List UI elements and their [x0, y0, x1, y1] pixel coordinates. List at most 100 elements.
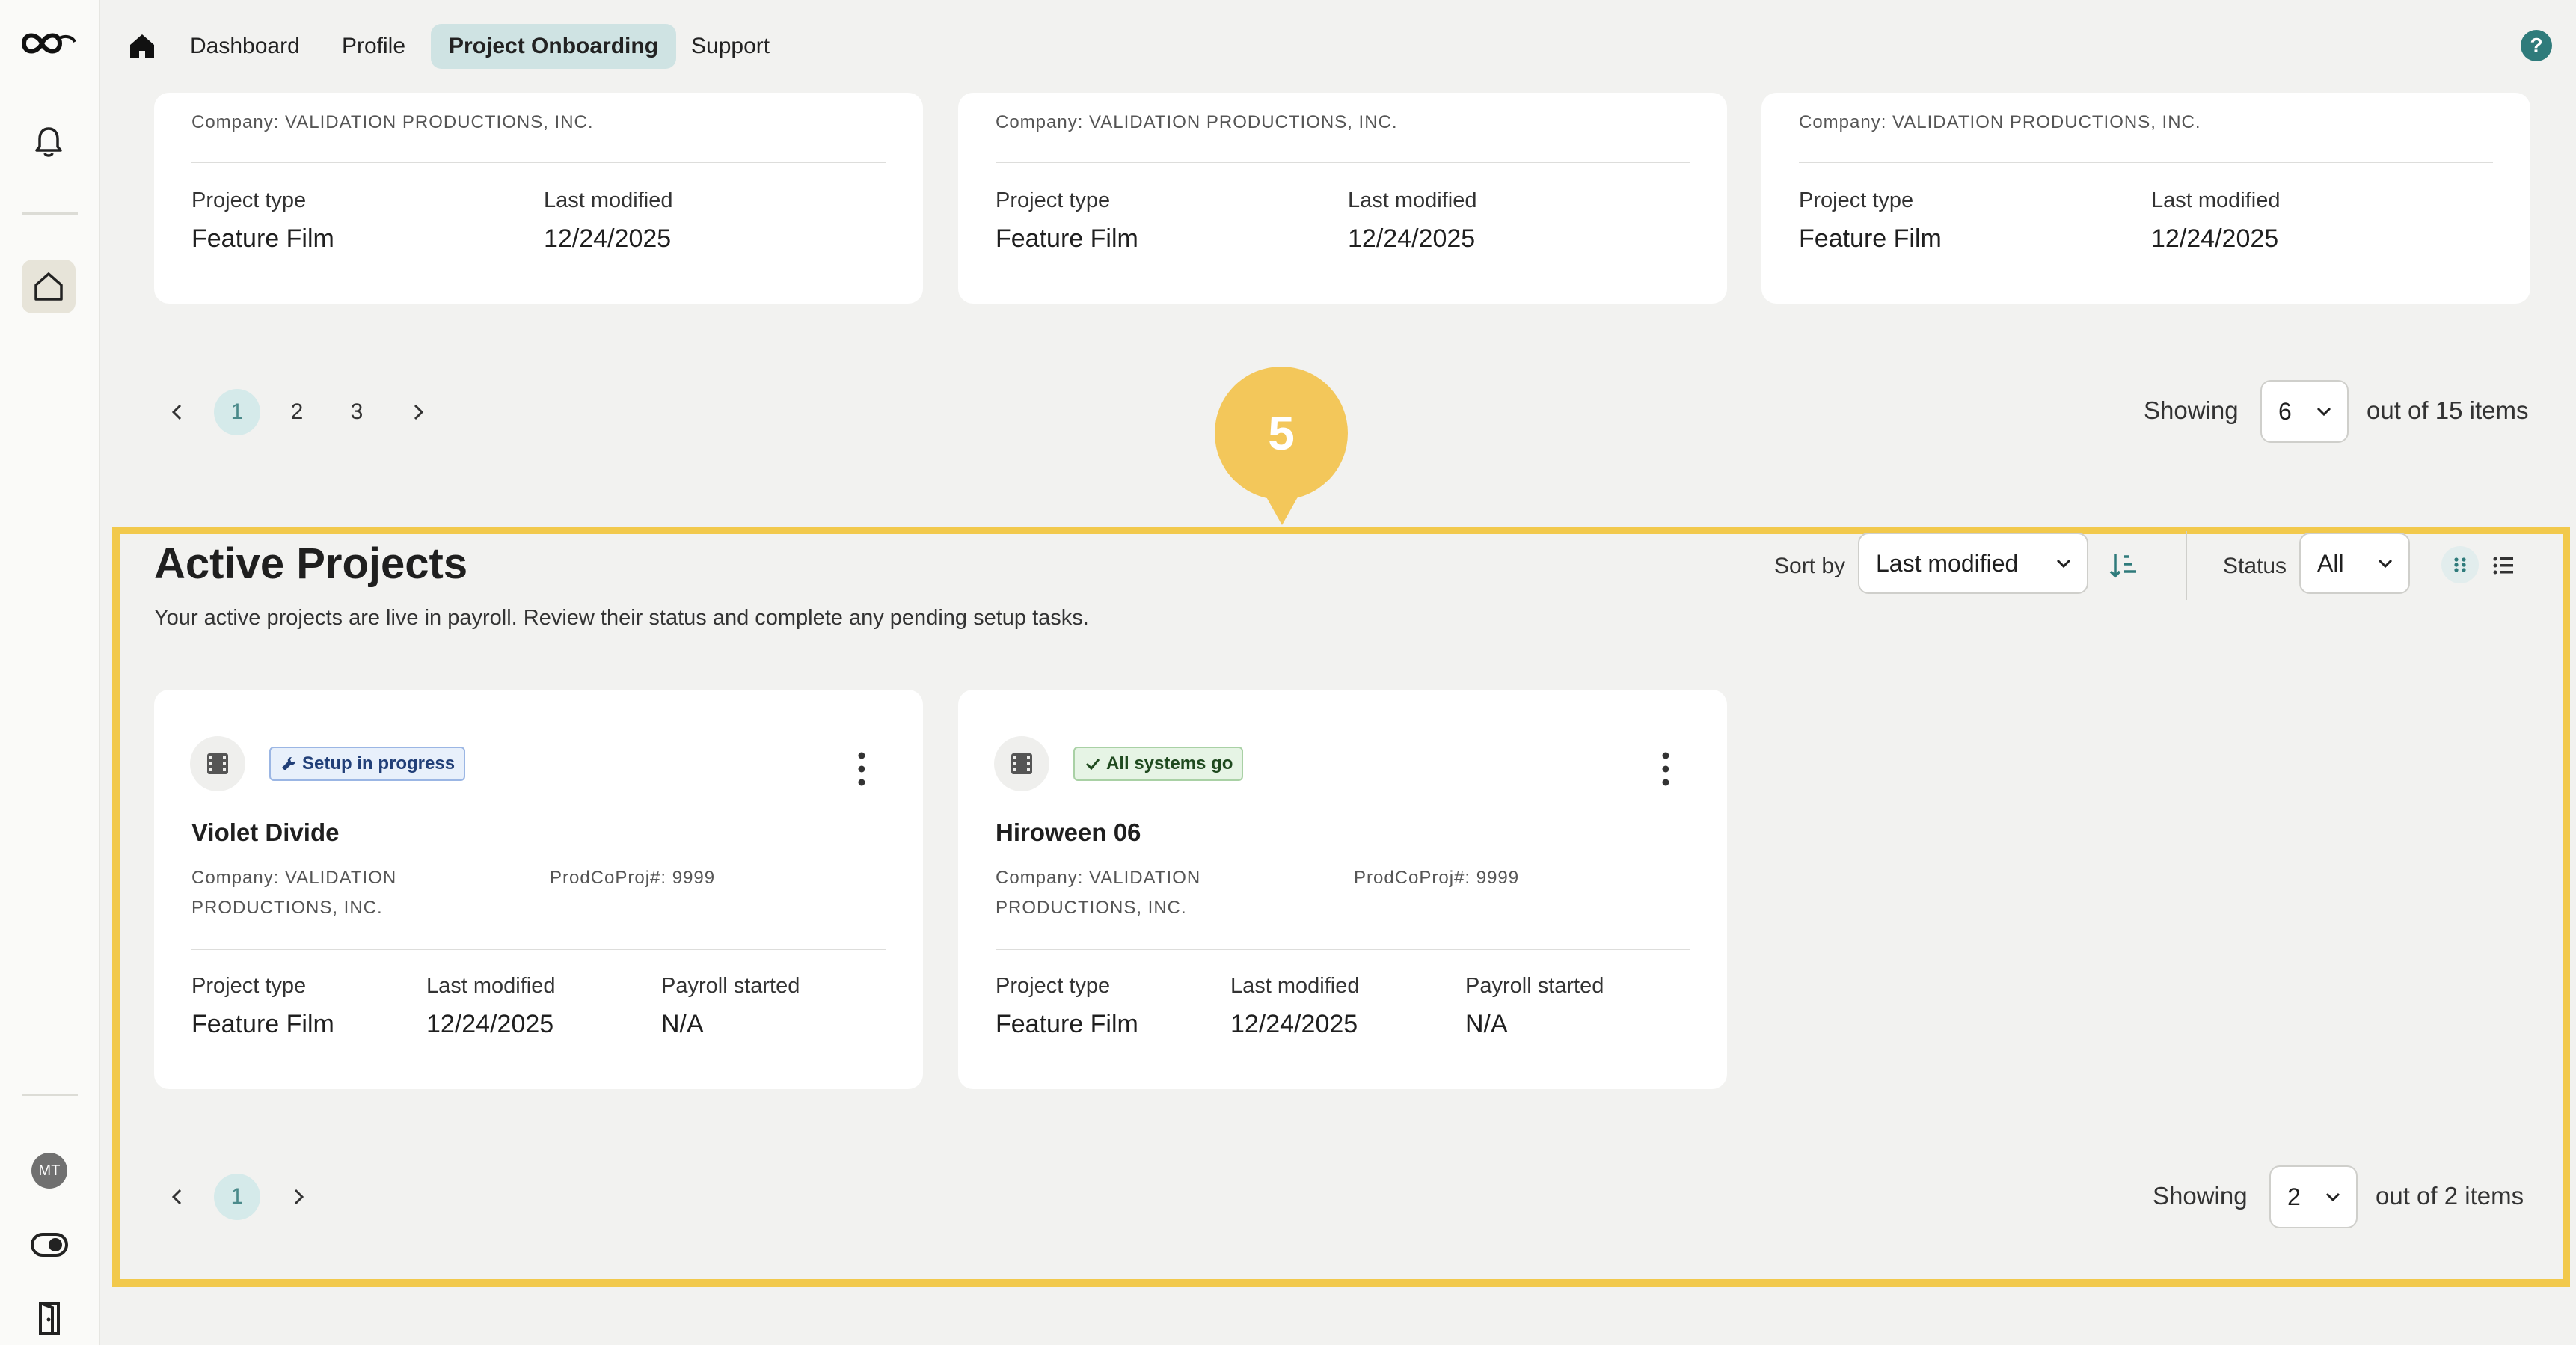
project-type-value: Feature Film [996, 224, 1138, 253]
chevron-down-icon [2378, 559, 2393, 569]
theme-toggle-icon[interactable] [30, 1230, 69, 1260]
project-name[interactable]: Violet Divide [191, 818, 339, 847]
checkmark-icon [1085, 759, 1100, 770]
last-modified-label: Last modified [2151, 189, 2281, 212]
home-outline-icon [34, 272, 63, 301]
more-options-icon[interactable] [1658, 747, 1673, 791]
showing-label: Showing [2153, 1182, 2248, 1210]
step-marker: 5 [1215, 367, 1348, 500]
logout-door-icon[interactable] [33, 1300, 66, 1336]
last-modified-label: Last modified [426, 974, 556, 998]
prodco-number: ProdCoProj#: 9999 [550, 868, 716, 888]
help-icon[interactable]: ? [2521, 30, 2552, 61]
card-divider [191, 949, 886, 950]
company-line-2: PRODUCTIONS, INC. [191, 898, 383, 918]
status-label: Status [2223, 554, 2287, 578]
project-type-value: Feature Film [1799, 224, 1942, 253]
rail-home-button[interactable] [22, 260, 76, 313]
bell-icon[interactable] [31, 124, 67, 160]
company-line-1: Company: VALIDATION [191, 868, 397, 888]
wrench-icon [282, 757, 295, 770]
last-modified-label: Last modified [1348, 189, 1477, 212]
chevron-right-icon[interactable] [405, 399, 431, 425]
company-line-2: PRODUCTIONS, INC. [996, 898, 1187, 918]
brand-logo-icon[interactable] [19, 25, 78, 61]
grid-view-button[interactable] [2441, 546, 2479, 583]
project-type-label: Project type [1799, 189, 1914, 212]
status-badge: Setup in progress [269, 747, 466, 781]
film-icon [994, 736, 1049, 791]
status-select-value: All [2317, 549, 2344, 577]
total-items-text: out of 15 items [2367, 396, 2529, 424]
page-3-button[interactable]: 3 [334, 389, 380, 435]
left-rail: MT [0, 0, 100, 1345]
payroll-started-label: Payroll started [1465, 974, 1604, 998]
prodco-number: ProdCoProj#: 9999 [1354, 868, 1520, 888]
sort-select[interactable]: Last modified [1858, 533, 2088, 594]
active-project-card[interactable]: All systems go Hiroween 06 Company: VALI… [958, 690, 1727, 1089]
company-text: Company: VALIDATION PRODUCTIONS, INC. [996, 112, 1398, 132]
project-name[interactable]: Hiroween 06 [996, 818, 1141, 847]
last-modified-value: 12/24/2025 [1230, 1010, 1358, 1038]
chevron-left-icon[interactable] [165, 1184, 190, 1210]
company-text: Company: VALIDATION PRODUCTIONS, INC. [1799, 112, 2201, 132]
nav-profile[interactable]: Profile [324, 24, 423, 69]
toolbar-divider [2186, 531, 2187, 600]
total-items-text: out of 2 items [2376, 1182, 2524, 1210]
rail-divider [22, 1094, 78, 1096]
chevron-down-icon [2056, 559, 2071, 569]
step-marker-pointer [1261, 488, 1303, 525]
status-select[interactable]: All [2299, 533, 2410, 594]
sort-direction-icon[interactable] [2108, 549, 2141, 582]
project-card[interactable]: Company: VALIDATION PRODUCTIONS, INC. Pr… [154, 93, 923, 304]
showing-label: Showing [2144, 396, 2239, 424]
more-options-icon[interactable] [854, 747, 869, 791]
chevron-right-icon[interactable] [286, 1184, 311, 1210]
active-project-card[interactable]: Setup in progress Violet Divide Company:… [154, 690, 923, 1089]
project-card[interactable]: Company: VALIDATION PRODUCTIONS, INC. Pr… [958, 93, 1727, 304]
nav-dashboard[interactable]: Dashboard [172, 24, 318, 69]
top-navigation: Dashboard Profile Project Onboarding Sup… [100, 0, 2576, 93]
project-type-label: Project type [996, 189, 1111, 212]
home-icon[interactable] [127, 31, 157, 61]
project-type-label: Project type [191, 974, 307, 998]
chevron-down-icon [2325, 1192, 2340, 1202]
card-divider [1799, 162, 2493, 163]
chevron-down-icon [2316, 407, 2331, 417]
last-modified-value: 12/24/2025 [1348, 224, 1476, 253]
page-size-select[interactable]: 6 [2260, 380, 2349, 443]
film-icon [190, 736, 245, 791]
status-badge: All systems go [1073, 747, 1244, 781]
project-type-value: Feature Film [996, 1010, 1138, 1038]
last-modified-label: Last modified [1230, 974, 1360, 998]
section-subtitle: Your active projects are live in payroll… [154, 606, 1089, 630]
avatar[interactable]: MT [31, 1153, 67, 1189]
status-badge-text: All systems go [1106, 753, 1233, 773]
project-type-label: Project type [191, 189, 307, 212]
page-2-button[interactable]: 2 [274, 389, 320, 435]
grid-view-icon [2454, 557, 2466, 572]
page-1-button[interactable]: 1 [214, 389, 260, 435]
project-type-value: Feature Film [191, 224, 334, 253]
project-type-label: Project type [996, 974, 1111, 998]
chevron-left-icon[interactable] [165, 399, 190, 425]
sort-by-label: Sort by [1774, 554, 1846, 578]
nav-support[interactable]: Support [673, 24, 788, 69]
payroll-started-value: N/A [661, 1010, 704, 1038]
card-divider [996, 162, 1690, 163]
company-text: Company: VALIDATION PRODUCTIONS, INC. [191, 112, 594, 132]
card-divider [996, 949, 1690, 950]
project-card[interactable]: Company: VALIDATION PRODUCTIONS, INC. Pr… [1761, 93, 2530, 304]
last-modified-value: 12/24/2025 [426, 1010, 554, 1038]
nav-project-onboarding[interactable]: Project Onboarding [431, 24, 677, 69]
status-badge-text: Setup in progress [302, 753, 456, 773]
page-1-button[interactable]: 1 [214, 1174, 260, 1220]
section-title: Active Projects [154, 539, 468, 588]
company-line-1: Company: VALIDATION [996, 868, 1201, 888]
last-modified-value: 12/24/2025 [544, 224, 672, 253]
card-divider [191, 162, 886, 163]
sort-select-value: Last modified [1876, 549, 2019, 577]
list-view-icon[interactable] [2492, 555, 2515, 576]
page-size-select[interactable]: 2 [2269, 1165, 2358, 1228]
rail-divider [22, 212, 78, 215]
